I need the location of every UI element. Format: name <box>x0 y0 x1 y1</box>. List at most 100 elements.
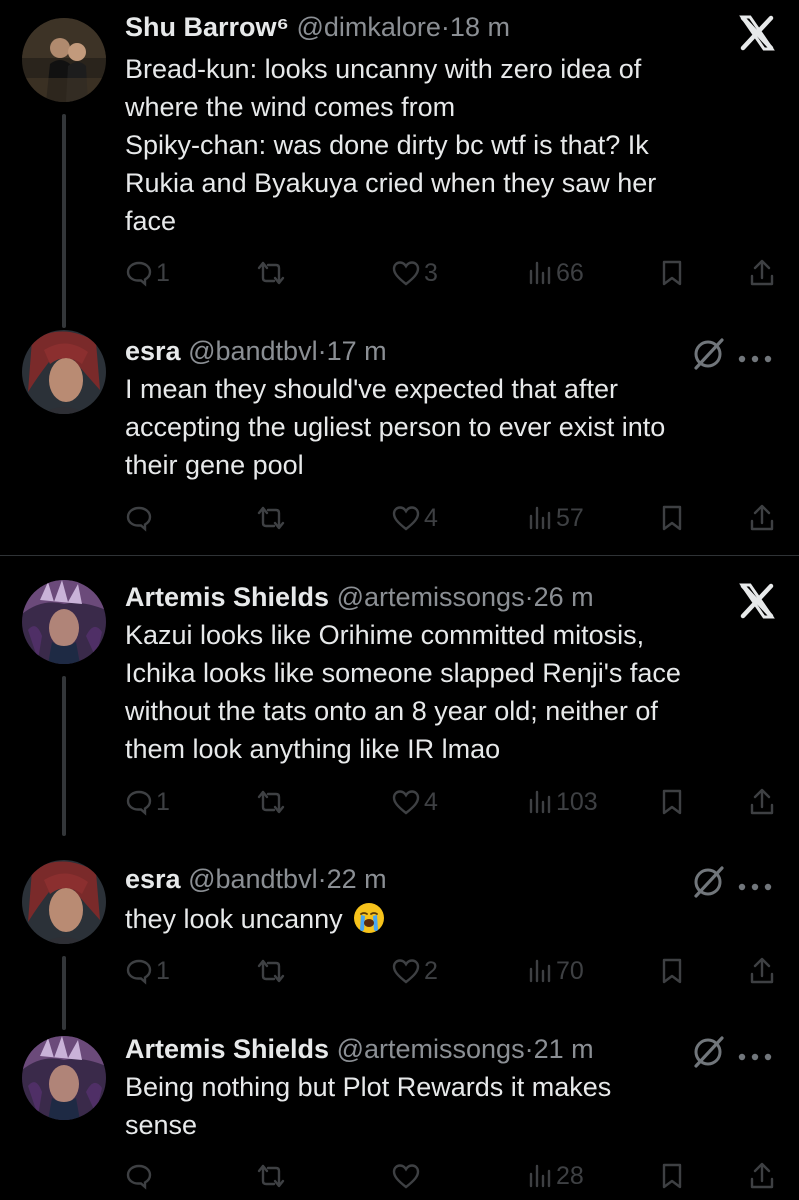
share-button[interactable] <box>748 255 776 291</box>
like-button[interactable] <box>391 1158 421 1194</box>
bookmark-button[interactable] <box>660 953 684 989</box>
share-button[interactable] <box>748 784 776 820</box>
view-count: 28 <box>556 1161 584 1190</box>
views-icon <box>529 261 551 285</box>
share-button[interactable] <box>748 953 776 989</box>
tweet-text: Kazui looks like Orihime committed mitos… <box>125 620 681 764</box>
share-button[interactable] <box>748 1158 776 1194</box>
avatar[interactable] <box>22 860 106 944</box>
views-button[interactable]: 66 <box>527 255 584 291</box>
bookmark-button[interactable] <box>660 1158 684 1194</box>
bookmark-button[interactable] <box>660 255 684 291</box>
bookmark-icon <box>662 958 682 984</box>
avatar[interactable] <box>22 330 106 414</box>
reply-button[interactable]: 1 <box>125 255 170 291</box>
bookmark-button[interactable] <box>660 500 684 536</box>
tweet-header: Artemis Shields @artemissongs·26 m <box>125 580 689 614</box>
views-button[interactable]: 28 <box>527 1158 584 1194</box>
like-button[interactable]: 4 <box>391 500 438 536</box>
action-bar: 1 3 66 <box>125 255 785 291</box>
tweet-text: Being nothing but Plot Rewards it makes … <box>125 1072 612 1140</box>
reply-button[interactable]: 1 <box>125 953 170 989</box>
view-count: 66 <box>556 258 584 287</box>
reply-icon <box>126 1164 152 1190</box>
avatar[interactable] <box>22 580 106 664</box>
retweet-button[interactable] <box>255 784 287 820</box>
share-icon <box>750 504 774 531</box>
tweet[interactable]: esra @bandtbvl·22 m they look uncanny 1 <box>0 860 799 1030</box>
dot-separator: · <box>524 582 534 612</box>
retweet-button[interactable] <box>255 1158 287 1194</box>
dot-separator: · <box>317 336 327 366</box>
tweet[interactable]: Artemis Shields @artemissongs·21 m Being… <box>0 1030 799 1200</box>
bookmark-button[interactable] <box>660 784 684 820</box>
tweet-text: Bread-kun: looks uncanny with zero idea … <box>125 54 657 236</box>
more-options-icon[interactable] <box>738 878 772 896</box>
views-icon <box>529 959 551 983</box>
view-count: 57 <box>556 503 584 532</box>
tweet[interactable]: Shu Barrow⁶ @dimkalore·18 m Bread-kun: l… <box>0 0 799 330</box>
display-name[interactable]: esra <box>125 336 181 366</box>
reply-icon <box>126 506 152 532</box>
action-bar: 1 2 70 <box>125 953 785 989</box>
tweet[interactable]: esra @bandtbvl·17 m I mean they should'v… <box>0 330 799 555</box>
retweet-button[interactable] <box>255 255 287 291</box>
like-button[interactable]: 3 <box>391 255 438 291</box>
display-name[interactable]: Artemis Shields <box>125 582 329 612</box>
tweet-header: Shu Barrow⁶ @dimkalore·18 m <box>125 10 689 44</box>
views-icon <box>529 506 551 530</box>
timestamp[interactable]: 26 m <box>534 582 594 612</box>
timestamp[interactable]: 22 m <box>327 864 387 894</box>
grok-icon[interactable] <box>690 864 726 905</box>
tweet-header: esra @bandtbvl·22 m <box>125 862 689 896</box>
like-count: 4 <box>424 503 438 532</box>
views-icon <box>529 790 551 814</box>
thread-line <box>62 114 66 328</box>
bookmark-icon <box>662 789 682 815</box>
retweet-icon <box>257 261 285 285</box>
retweet-icon <box>257 959 285 983</box>
display-name[interactable]: Shu Barrow⁶ <box>125 12 289 42</box>
more-options-icon[interactable] <box>738 350 772 368</box>
handle[interactable]: @dimkalore <box>296 12 440 42</box>
thread-line <box>62 956 66 1030</box>
share-icon <box>750 788 774 815</box>
timestamp[interactable]: 17 m <box>327 336 387 366</box>
reply-button[interactable] <box>125 1158 153 1194</box>
views-icon <box>529 1164 551 1188</box>
avatar[interactable] <box>22 18 106 102</box>
bookmark-icon <box>662 1163 682 1189</box>
reply-button[interactable] <box>125 500 153 536</box>
avatar[interactable] <box>22 1036 106 1120</box>
views-button[interactable]: 70 <box>527 953 584 989</box>
retweet-button[interactable] <box>255 953 287 989</box>
more-options-icon[interactable] <box>738 1048 772 1066</box>
view-count: 103 <box>556 787 598 816</box>
like-button[interactable]: 4 <box>391 784 438 820</box>
tweet-header: esra @bandtbvl·17 m <box>125 334 689 368</box>
like-button[interactable]: 2 <box>391 953 438 989</box>
action-bar: 1 4 103 <box>125 784 785 820</box>
handle[interactable]: @bandtbvl <box>188 336 318 366</box>
tweet[interactable]: Artemis Shields @artemissongs·26 m Kazui… <box>0 570 799 836</box>
share-button[interactable] <box>748 500 776 536</box>
handle[interactable]: @artemissongs <box>337 582 525 612</box>
reply-button[interactable]: 1 <box>125 784 170 820</box>
retweet-button[interactable] <box>255 500 287 536</box>
bookmark-icon <box>662 505 682 531</box>
heart-icon <box>392 1164 420 1189</box>
views-button[interactable]: 103 <box>527 784 598 820</box>
tweet-text: they look uncanny <box>125 900 775 938</box>
handle[interactable]: @bandtbvl <box>188 864 318 894</box>
retweet-icon <box>257 1164 285 1188</box>
share-icon <box>750 957 774 984</box>
handle[interactable]: @artemissongs <box>337 1034 525 1064</box>
reply-icon <box>126 790 152 816</box>
retweet-icon <box>257 506 285 530</box>
timestamp[interactable]: 21 m <box>534 1034 594 1064</box>
timestamp[interactable]: 18 m <box>450 12 510 42</box>
display-name[interactable]: Artemis Shields <box>125 1034 329 1064</box>
display-name[interactable]: esra <box>125 864 181 894</box>
views-button[interactable]: 57 <box>527 500 584 536</box>
bookmark-icon <box>662 260 682 286</box>
